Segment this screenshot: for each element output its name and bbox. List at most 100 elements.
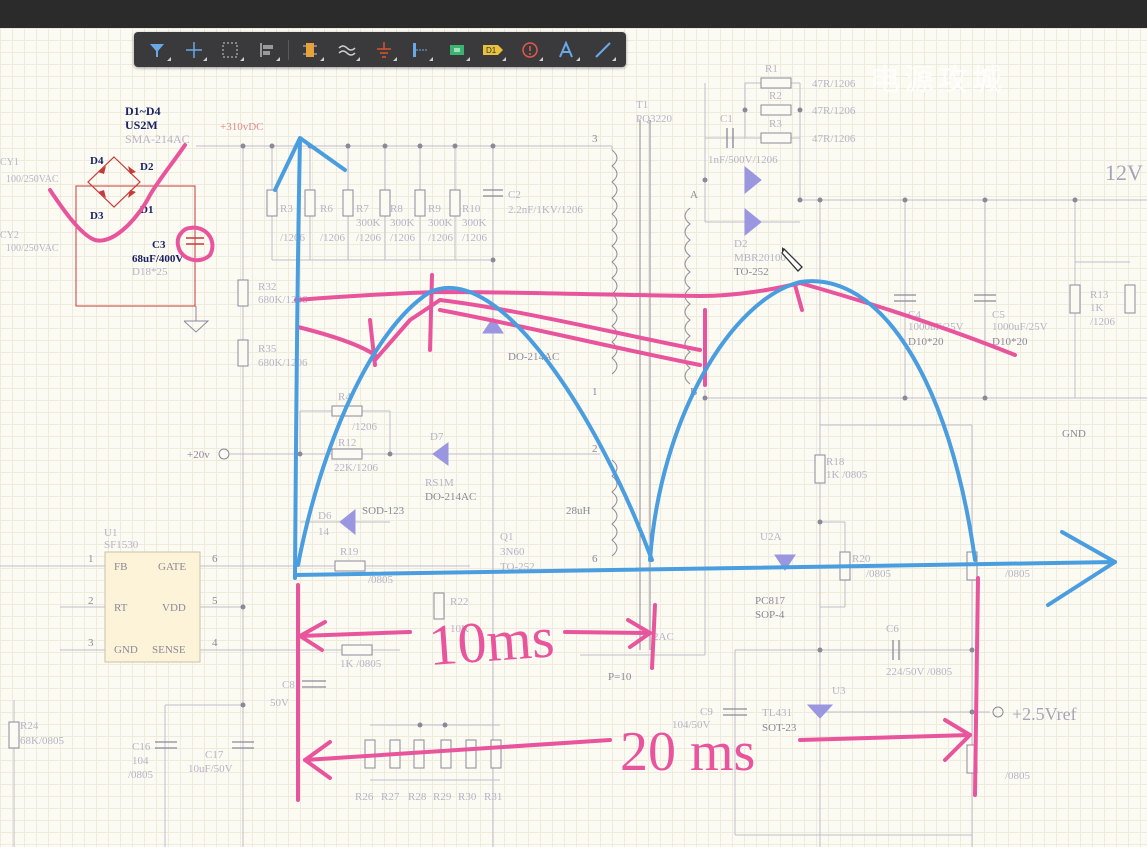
c3-label: C3 xyxy=(152,239,166,251)
r1-value: 47R/1206 xyxy=(812,78,856,90)
d4-label: D4 xyxy=(90,155,104,167)
r13-label: R13 xyxy=(1090,289,1109,301)
t1-core: PQ3220 xyxy=(636,113,673,125)
place-wire-button[interactable] xyxy=(330,36,365,64)
r6-value: /1206 xyxy=(320,232,346,244)
d2-ref: D2 xyxy=(734,238,747,250)
r26-label: R26 xyxy=(355,791,374,803)
t1-pin3: 3 xyxy=(592,133,598,145)
r2-label: R2 xyxy=(769,90,782,102)
u1-pin6: 6 xyxy=(212,553,218,565)
probe-icon xyxy=(521,41,538,58)
crosshair-icon xyxy=(185,41,202,58)
u3-package: SOT-23 xyxy=(762,722,797,734)
d2-label: D2 xyxy=(140,161,154,173)
t20-arrow-right xyxy=(798,733,972,742)
r13-value: 1K xyxy=(1090,302,1104,314)
ground-icon xyxy=(376,41,391,58)
d5-package: DO-214AC xyxy=(508,351,559,363)
snub-mid-0: 300K xyxy=(356,217,381,229)
c6-label: C6 xyxy=(886,623,899,635)
c2-label: C2 xyxy=(508,189,521,201)
schematic-toolbar: D1 xyxy=(134,32,626,67)
q1-part: 3N60 xyxy=(500,546,525,558)
bus-icon xyxy=(413,42,428,57)
rs-mid-label: 2AC xyxy=(653,631,674,643)
aux-terminal[interactable] xyxy=(218,448,230,460)
c5-label: C5 xyxy=(992,309,1005,321)
bridge-package: SMA-214AC xyxy=(125,132,190,146)
u2-ref: U2A xyxy=(760,531,781,543)
r9-label: R9 xyxy=(428,203,441,215)
r18-label: R18 xyxy=(826,456,845,468)
d7-package: DO-214AC xyxy=(425,491,476,503)
place-text-button[interactable] xyxy=(549,36,584,64)
r20-label: R20 xyxy=(852,553,871,565)
vref-terminal[interactable] xyxy=(992,706,1004,718)
align-button[interactable] xyxy=(250,36,285,64)
r30-label: R30 xyxy=(458,791,477,803)
c8-value: 50V xyxy=(270,697,289,709)
annotation-20ms: 20 ms xyxy=(620,721,755,783)
t1-pin1: 1 xyxy=(592,386,598,398)
u1-sense: SENSE xyxy=(152,644,186,656)
place-bus-button[interactable] xyxy=(403,36,438,64)
u3-ref: U3 xyxy=(832,685,846,697)
ripple-tick-2 xyxy=(428,273,434,352)
hv-rail-label: +310vDC xyxy=(220,121,263,133)
cy2-label: CY2 xyxy=(0,230,19,241)
r28-label: R28 xyxy=(408,791,427,803)
net-label-text: D1 xyxy=(486,46,497,55)
text-icon xyxy=(559,40,574,57)
r23-value: 1K /0805 xyxy=(340,658,382,670)
cy1-label: CY1 xyxy=(0,157,19,168)
component-icon xyxy=(303,42,318,57)
t1-pinA: A xyxy=(690,189,698,201)
r25-value: /0805 xyxy=(1005,770,1031,782)
select-rect-button[interactable] xyxy=(213,36,248,64)
u2-part: PC817 xyxy=(755,595,785,607)
place-component-button[interactable] xyxy=(293,36,328,64)
bridge-rectifier[interactable]: D1~D4 US2M SMA-214AC D4 D2 D3 D1 C3 68uF… xyxy=(0,104,210,333)
time-marker-right xyxy=(973,576,980,797)
line-icon xyxy=(595,41,611,58)
filter-button[interactable] xyxy=(140,36,175,64)
t20-arrowhead-right xyxy=(943,718,972,762)
place-net-label-button[interactable]: D1 xyxy=(476,36,511,64)
time-marker-mid xyxy=(650,603,657,670)
c4-package: D10*20 xyxy=(908,336,944,348)
probe-button[interactable] xyxy=(512,36,547,64)
r13-package: /1206 xyxy=(1090,316,1116,328)
wire-icon xyxy=(338,44,356,56)
place-chip-button[interactable] xyxy=(439,36,474,64)
cy2-value: 100/250VAC xyxy=(6,243,59,254)
u1-rt: RT xyxy=(114,602,128,614)
place-ground-button[interactable] xyxy=(366,36,401,64)
crosshair-button[interactable] xyxy=(177,36,212,64)
watermark-overlay: 电源攻城 xyxy=(870,63,1006,98)
ripple-top xyxy=(294,281,802,302)
u3-part: TL431 xyxy=(762,707,792,719)
u1-pin2: 2 xyxy=(88,595,94,607)
r12-value: 22K/1206 xyxy=(334,462,379,474)
c16-label: C16 xyxy=(132,741,151,753)
ripple-decay-1 xyxy=(438,298,702,352)
bridge-ink-circle xyxy=(48,143,187,243)
r6-label: R6 xyxy=(320,203,333,215)
t1-label: T1 xyxy=(636,99,648,111)
capacitors xyxy=(155,128,996,749)
place-line-button[interactable] xyxy=(586,36,621,64)
c17-value: 10uF/50V xyxy=(188,763,233,775)
d6-package: SOD-123 xyxy=(362,505,405,517)
r7-label: R7 xyxy=(356,203,369,215)
vref-label: +2.5Vref xyxy=(1012,704,1077,724)
c3-value: 68uF/400V xyxy=(132,253,183,265)
d7-label: D7 xyxy=(430,431,444,443)
aux-label: +20v xyxy=(187,449,210,461)
u1-pin3: 3 xyxy=(88,637,94,649)
c6-value: 224/50V /0805 xyxy=(886,666,953,678)
r3s-value: /1206 xyxy=(280,232,306,244)
u1-fb: FB xyxy=(114,561,127,573)
r18-value: 1K /0805 xyxy=(826,469,868,481)
d3-label: D3 xyxy=(90,210,104,222)
